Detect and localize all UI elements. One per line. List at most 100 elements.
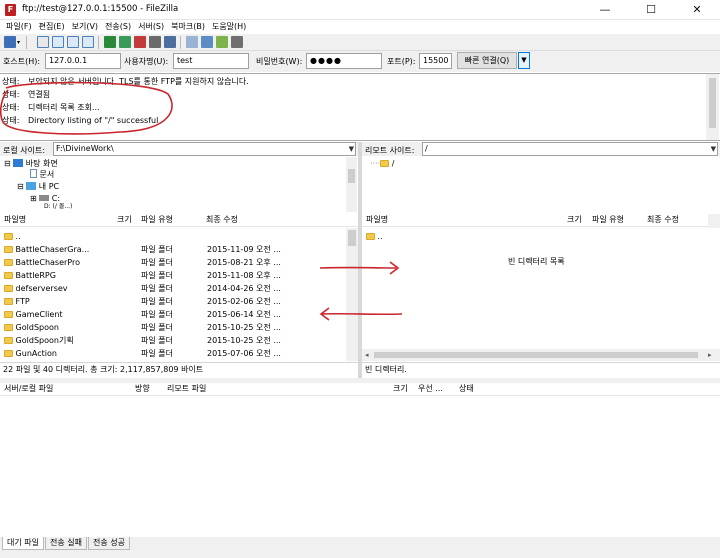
column-priority[interactable]: 우선 ...: [418, 383, 443, 395]
scroll-thumb[interactable]: [348, 230, 356, 246]
toolbar-separator: [180, 36, 181, 49]
chevron-down-icon[interactable]: ▼: [711, 143, 716, 155]
table-row[interactable]: ..: [366, 231, 566, 244]
tree-item-root[interactable]: ···· /: [370, 158, 394, 170]
toggle-log-icon[interactable]: [37, 36, 49, 48]
table-row[interactable]: BattleChaserGra... 파일 폴더 2015-11-09 오전 ...: [4, 244, 344, 257]
tree-expander[interactable]: ⊟: [17, 182, 24, 191]
queue-tabs: 대기 파일 전송 실패 전송 성공: [0, 537, 720, 550]
status-bar: [0, 550, 720, 558]
file-modified: 2015-08-21 오후 ...: [207, 258, 281, 267]
window-title: ftp://test@127.0.0.1:15500 - FileZilla: [22, 4, 179, 14]
remote-path-input[interactable]: / ▼: [422, 142, 718, 156]
column-size[interactable]: 크기: [393, 383, 408, 395]
directory-compare-icon[interactable]: [186, 36, 198, 48]
column-status[interactable]: 상태: [459, 383, 474, 395]
toolbar-separator: [26, 36, 27, 49]
table-row[interactable]: ..: [4, 231, 344, 244]
menu-server[interactable]: 서버(S): [135, 20, 168, 34]
tree-item-documents[interactable]: 문서: [30, 169, 54, 181]
table-row[interactable]: FTP 파일 폴더 2015-02-06 오전 ...: [4, 296, 344, 309]
menu-file[interactable]: 파일(F): [3, 20, 36, 34]
table-row[interactable]: GoldSpoon기획 파일 폴더 2015-10-25 오전 ...: [4, 335, 344, 348]
column-remote-file[interactable]: 리모트 파일: [167, 383, 206, 395]
menu-bookmarks[interactable]: 북마크(B): [168, 20, 209, 34]
table-row[interactable]: BattleChaserPro 파일 폴더 2015-08-21 오후 ...: [4, 257, 344, 270]
reconnect-icon[interactable]: [164, 36, 176, 48]
folder-icon: [380, 160, 390, 167]
column-filename[interactable]: 파일명: [4, 214, 26, 226]
scroll-thumb[interactable]: [374, 352, 698, 358]
sync-browse-icon[interactable]: [201, 36, 213, 48]
column-modified[interactable]: 최종 수정: [206, 214, 238, 226]
log-scrollbar[interactable]: [706, 74, 719, 140]
tree-expander[interactable]: ⊟: [4, 159, 11, 168]
scroll-right-icon[interactable]: ▸: [708, 351, 712, 359]
cancel-icon[interactable]: [134, 36, 146, 48]
scroll-left-icon[interactable]: ◂: [365, 351, 369, 359]
file-name: BattleChaserGra...: [15, 245, 90, 254]
site-manager-icon[interactable]: [4, 36, 16, 48]
tab-failed-transfers[interactable]: 전송 실패: [44, 537, 87, 550]
menu-help[interactable]: 도움말(H): [209, 20, 250, 34]
password-input[interactable]: ●●●●: [306, 53, 382, 69]
document-icon: [30, 169, 37, 178]
toggle-queue-icon[interactable]: [82, 36, 94, 48]
file-name: FTP: [15, 297, 30, 306]
host-input[interactable]: 127.0.0.1: [45, 53, 121, 69]
port-input[interactable]: 15500: [419, 53, 452, 69]
quickconnect-button[interactable]: 빠른 연결(Q): [457, 52, 517, 69]
remote-site-label: 리모트 사이트:: [365, 146, 415, 155]
tab-queued-files[interactable]: 대기 파일: [2, 537, 44, 550]
tree-item-this-pc[interactable]: ⊟ 내 PC: [17, 181, 59, 193]
search-icon[interactable]: [216, 36, 228, 48]
table-row[interactable]: GunAction 파일 폴더 2015-07-06 오전 ...: [4, 348, 344, 361]
column-size[interactable]: 크기: [117, 214, 132, 226]
tree-item-drive-d[interactable]: D: (/ 볼...): [44, 203, 72, 211]
remote-list-header: 파일명 크기 파일 유형 최종 수정: [362, 214, 708, 227]
column-filetype[interactable]: 파일 유형: [592, 214, 624, 226]
table-row[interactable]: GameClient 파일 폴더 2015-06-14 오전 ...: [4, 309, 344, 322]
minimize-button[interactable]: —: [582, 0, 628, 20]
column-direction[interactable]: 방향: [135, 383, 150, 395]
file-name: GoldSpoon: [15, 323, 59, 332]
column-modified[interactable]: 최종 수정: [647, 214, 679, 226]
local-site-bar: 로컬 사이트: F:\DivineWork\ ▼: [0, 142, 358, 156]
disconnect-icon[interactable]: [149, 36, 161, 48]
column-size[interactable]: 크기: [567, 214, 582, 226]
binoculars-icon[interactable]: [231, 36, 243, 48]
column-filename[interactable]: 파일명: [366, 214, 388, 226]
table-row[interactable]: defserversev 파일 폴더 2014-04-26 오전 ...: [4, 283, 344, 296]
chevron-down-icon[interactable]: ▼: [349, 143, 354, 155]
toggle-local-tree-icon[interactable]: [52, 36, 64, 48]
close-button[interactable]: ✕: [674, 0, 720, 20]
refresh-icon[interactable]: [104, 36, 116, 48]
transfer-queue-list: [0, 396, 720, 536]
toggle-remote-tree-icon[interactable]: [67, 36, 79, 48]
remote-horizontal-scrollbar[interactable]: ◂ ▸: [362, 349, 720, 361]
process-queue-icon[interactable]: [119, 36, 131, 48]
tree-expander[interactable]: ⊞: [30, 194, 37, 203]
column-filetype[interactable]: 파일 유형: [141, 214, 173, 226]
username-input[interactable]: test: [173, 53, 249, 69]
file-type: 파일 폴더: [141, 297, 173, 306]
maximize-button[interactable]: ☐: [628, 0, 674, 20]
scroll-thumb[interactable]: [348, 169, 355, 183]
site-manager-dropdown-icon[interactable]: ▾: [17, 39, 20, 46]
table-row[interactable]: BattleRPG 파일 폴더 2015-11-08 오후 ...: [4, 270, 344, 283]
menu-edit[interactable]: 편집(E): [36, 20, 69, 34]
tab-successful-transfers[interactable]: 전송 성공: [87, 537, 130, 550]
log-scroll-thumb[interactable]: [709, 78, 716, 128]
local-path-input[interactable]: F:\DivineWork\ ▼: [53, 142, 356, 156]
local-tree-scrollbar[interactable]: [346, 157, 357, 212]
quickconnect-history-dropdown[interactable]: ▼: [518, 52, 530, 69]
file-modified: 2015-11-09 오전 ...: [207, 245, 281, 254]
menu-transfer[interactable]: 전송(S): [102, 20, 135, 34]
table-row[interactable]: GoldSpoon 파일 폴더 2015-10-25 오전 ...: [4, 322, 344, 335]
file-name: defserversev: [15, 284, 68, 293]
host-label: 호스트(H):: [3, 57, 41, 66]
column-server-local-file[interactable]: 서버/로컬 파일: [4, 383, 53, 395]
folder-icon: [4, 337, 13, 344]
folder-icon: [4, 324, 13, 331]
menu-view[interactable]: 보기(V): [69, 20, 102, 34]
